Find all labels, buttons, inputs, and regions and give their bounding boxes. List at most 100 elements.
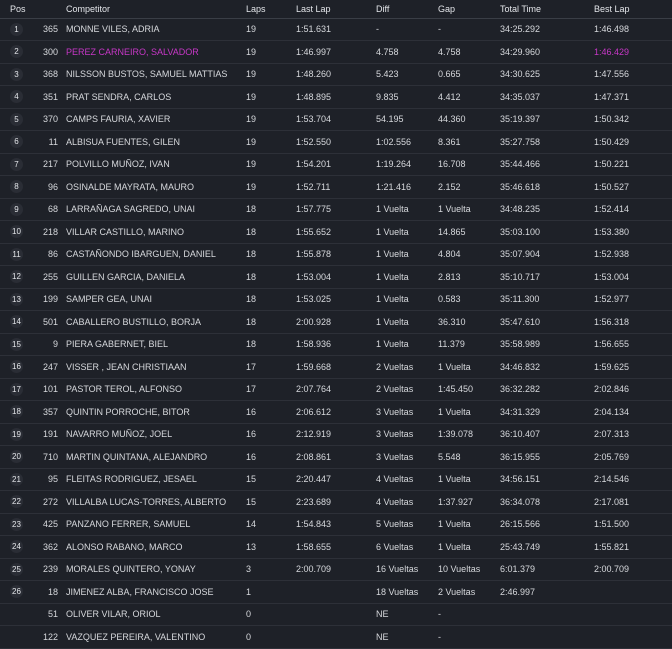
table-row[interactable]: 8 96 OSINALDE MAYRATA, MAURO 19 1:52.711 1:21…: [0, 175, 672, 199]
table-row[interactable]: 15 9 PIERA GABERNET, BIEL 18 1:58.936 1 Vuelt…: [0, 333, 672, 356]
header-diff[interactable]: Diff: [376, 0, 438, 19]
competitor-cell[interactable]: CABALLERO BUSTILLO, BORJA: [66, 310, 246, 334]
position-badge: 10: [10, 225, 23, 239]
laps-cell: 18: [246, 310, 296, 334]
table-row[interactable]: 19 191 NAVARRO MUÑOZ, JOEL 16 2:12.919 3 Vuel…: [0, 423, 672, 446]
competitor-cell[interactable]: GUILLEN GARCIA, DANIELA: [66, 265, 246, 289]
table-row[interactable]: 10 218 VILLAR CASTILLO, MARINO 18 1:55.652 1 …: [0, 220, 672, 244]
number-cell: 365: [30, 18, 66, 41]
table-row[interactable]: 18 357 QUINTIN PORROCHE, BITOR 16 2:06.612 3 …: [0, 400, 672, 424]
table-row[interactable]: 23 425 PANZANO FERRER, SAMUEL 14 1:54.843 5 V…: [0, 513, 672, 536]
last-lap-cell: [296, 580, 376, 604]
table-row[interactable]: 3 368 NILSSON BUSTOS, SAMUEL MATTIAS 19 1:48…: [0, 63, 672, 86]
gap-cell: 8.361: [438, 130, 500, 154]
table-row[interactable]: 13 199 SAMPER GEA, UNAI 18 1:53.025 1 Vuelta 0…: [0, 288, 672, 311]
table-row[interactable]: 17 101 PASTOR TEROL, ALFONSO 17 2:07.764 2 Vu…: [0, 378, 672, 401]
table-row[interactable]: 1 365 MONNE VILES, ADRIA 19 1:51.631- -34:25.…: [0, 18, 672, 41]
competitor-cell[interactable]: ALBISUA FUENTES, GILEN: [66, 130, 246, 154]
competitor-cell[interactable]: SAMPER GEA, UNAI: [66, 288, 246, 311]
table-row[interactable]: 122 VAZQUEZ PEREIRA, VALENTINO 0 NE -: [0, 625, 672, 649]
total-time-cell: 36:32.282: [500, 378, 594, 401]
total-time-cell: [500, 625, 594, 649]
header-competitor[interactable]: Competitor: [66, 0, 246, 19]
table-row[interactable]: 7 217 POLVILLO MUÑOZ, IVAN 19 1:54.201 1:19.2…: [0, 153, 672, 176]
diff-cell: 2 Vueltas: [376, 378, 438, 401]
laps-cell: 19: [246, 63, 296, 86]
table-row[interactable]: 24 362 ALONSO RABANO, MARCO 13 1:58.655 6 Vue…: [0, 535, 672, 559]
competitor-cell[interactable]: OSINALDE MAYRATA, MAURO: [66, 175, 246, 199]
position-cell: 12: [0, 265, 30, 289]
table-row[interactable]: 12 255 GUILLEN GARCIA, DANIELA 18 1:53.004 1 …: [0, 265, 672, 289]
competitor-cell[interactable]: CASTAÑONDO IBARGUEN, DANIEL: [66, 243, 246, 266]
total-time-cell: 35:47.610: [500, 310, 594, 334]
table-row[interactable]: 16 247 VISSER , JEAN CHRISTIAAN 17 1:59.668 2…: [0, 355, 672, 379]
table-row[interactable]: 2 300 PEREZ CARNEIRO, SALVADOR 19 1:46.997 4.…: [0, 40, 672, 64]
number-cell: 191: [30, 423, 66, 446]
last-lap-cell: 2:12.919: [296, 423, 376, 446]
competitor-cell[interactable]: JIMENEZ ALBA, FRANCISCO JOSE: [66, 580, 246, 604]
competitor-cell[interactable]: NAVARRO MUÑOZ, JOEL: [66, 423, 246, 446]
header-pos[interactable]: Pos: [0, 0, 30, 19]
gap-cell: 1 Vuelta: [438, 198, 500, 221]
header-total-time[interactable]: Total Time: [500, 0, 594, 19]
laps-cell: 16: [246, 445, 296, 469]
number-cell: 357: [30, 400, 66, 424]
total-time-cell: 25:43.749: [500, 535, 594, 559]
competitor-cell[interactable]: ALONSO RABANO, MARCO: [66, 535, 246, 559]
diff-cell: 3 Vueltas: [376, 423, 438, 446]
header-laps[interactable]: Laps: [246, 0, 296, 19]
total-time-cell: 2:46.997: [500, 580, 594, 604]
competitor-cell[interactable]: VISSER , JEAN CHRISTIAAN: [66, 355, 246, 379]
competitor-cell[interactable]: VILLAR CASTILLO, MARINO: [66, 220, 246, 244]
gap-cell: 1:45.450: [438, 378, 500, 401]
header-last-lap[interactable]: Last Lap: [296, 0, 376, 19]
competitor-cell[interactable]: PEREZ CARNEIRO, SALVADOR: [66, 40, 246, 64]
header-best-lap[interactable]: Best Lap: [594, 0, 672, 19]
table-row[interactable]: 11 86 CASTAÑONDO IBARGUEN, DANIEL 18 1:55.87…: [0, 243, 672, 266]
diff-cell: 5 Vueltas: [376, 513, 438, 536]
competitor-cell[interactable]: PIERA GABERNET, BIEL: [66, 333, 246, 356]
header-gap[interactable]: Gap: [438, 0, 500, 19]
competitor-cell[interactable]: PRAT SENDRA, CARLOS: [66, 85, 246, 109]
best-lap-cell: 2:00.709: [594, 558, 672, 581]
laps-cell: 18: [246, 265, 296, 289]
table-row[interactable]: 5 370 CAMPS FAURIA, XAVIER 19 1:53.704 54.195…: [0, 108, 672, 131]
table-row[interactable]: 9 68 LARRAÑAGA SAGREDO, UNAI 18 1:57.775 1 Vu…: [0, 198, 672, 221]
table-row[interactable]: 20 710 MARTIN QUINTANA, ALEJANDRO 16 2:08.86…: [0, 445, 672, 469]
position-cell: 19: [0, 423, 30, 446]
competitor-cell[interactable]: PASTOR TEROL, ALFONSO: [66, 378, 246, 401]
competitor-cell[interactable]: MARTIN QUINTANA, ALEJANDRO: [66, 445, 246, 469]
laps-cell: 0: [246, 603, 296, 626]
table-row[interactable]: 25 239 MORALES QUINTERO, YONAY 3 2:00.709 16 …: [0, 558, 672, 581]
position-cell: [0, 625, 30, 649]
position-cell: 16: [0, 355, 30, 379]
competitor-cell[interactable]: MORALES QUINTERO, YONAY: [66, 558, 246, 581]
competitor-cell[interactable]: LARRAÑAGA SAGREDO, UNAI: [66, 198, 246, 221]
position-badge: 5: [10, 112, 23, 126]
table-row[interactable]: 4 351 PRAT SENDRA, CARLOS 19 1:48.895 9.835 4.…: [0, 85, 672, 109]
number-cell: 217: [30, 153, 66, 176]
table-row[interactable]: 22 272 VILLALBA LUCAS-TORRES, ALBERTO 15 2:2…: [0, 490, 672, 514]
position-badge: 6: [10, 135, 23, 149]
position-cell: 24: [0, 535, 30, 559]
competitor-cell[interactable]: VAZQUEZ PEREIRA, VALENTINO: [66, 625, 246, 649]
competitor-cell[interactable]: CAMPS FAURIA, XAVIER: [66, 108, 246, 131]
table-row[interactable]: 6 11 ALBISUA FUENTES, GILEN 19 1:52.550 1:02.…: [0, 130, 672, 154]
competitor-cell[interactable]: PANZANO FERRER, SAMUEL: [66, 513, 246, 536]
competitor-cell[interactable]: MONNE VILES, ADRIA: [66, 18, 246, 41]
table-row[interactable]: 51 OLIVER VILAR, ORIOL 0 NE -: [0, 603, 672, 626]
competitor-cell[interactable]: QUINTIN PORROCHE, BITOR: [66, 400, 246, 424]
position-cell: 21: [0, 468, 30, 491]
competitor-cell[interactable]: NILSSON BUSTOS, SAMUEL MATTIAS: [66, 63, 246, 86]
best-lap-cell: 1:59.625: [594, 355, 672, 379]
competitor-cell[interactable]: VILLALBA LUCAS-TORRES, ALBERTO: [66, 490, 246, 514]
competitor-cell[interactable]: FLEITAS RODRIGUEZ, JESAEL: [66, 468, 246, 491]
total-time-cell: 34:35.037: [500, 85, 594, 109]
table-row[interactable]: 21 95 FLEITAS RODRIGUEZ, JESAEL 15 2:20.447 4…: [0, 468, 672, 491]
table-row[interactable]: 14 501 CABALLERO BUSTILLO, BORJA 18 2:00.928…: [0, 310, 672, 334]
total-time-cell: 36:15.955: [500, 445, 594, 469]
diff-cell: 18 Vueltas: [376, 580, 438, 604]
competitor-cell[interactable]: OLIVER VILAR, ORIOL: [66, 603, 246, 626]
competitor-cell[interactable]: POLVILLO MUÑOZ, IVAN: [66, 153, 246, 176]
table-row[interactable]: 26 18 JIMENEZ ALBA, FRANCISCO JOSE 1 18 Vuel…: [0, 580, 672, 604]
